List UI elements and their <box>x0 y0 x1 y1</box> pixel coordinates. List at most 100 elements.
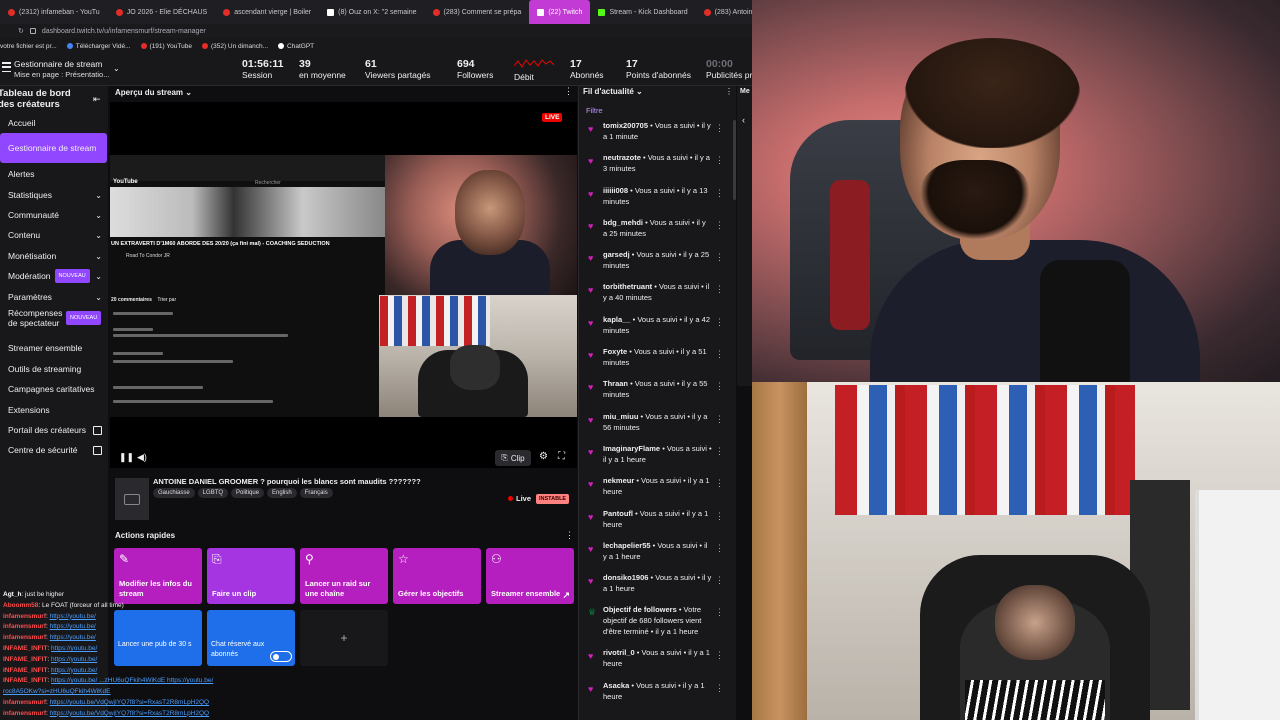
sidebar-item[interactable]: Statistiques ⌄ <box>0 185 108 205</box>
browser-tab[interactable]: JO 2026 - Elie DÉCHAUS <box>108 0 216 24</box>
clip-button[interactable]: ⎘ Clip <box>495 450 531 466</box>
chat-link[interactable]: https://youtu.be/ ...zHU6uQFkih4WiKdE ht… <box>51 677 213 684</box>
feed-username[interactable]: lechapelier55 <box>603 541 651 550</box>
more-options-icon[interactable]: ⋮ <box>715 650 724 661</box>
feed-item[interactable]: ♥ neutrazote • Vous a suivi • il y a 3 mi… <box>580 152 730 184</box>
feed-username[interactable]: miu_miuu <box>603 412 638 421</box>
sidebar-item[interactable]: Récompenses de spectateur NOUVEAU <box>0 308 108 328</box>
more-options-icon[interactable]: ⋮ <box>715 478 724 489</box>
bookmark-item[interactable]: (191) YouTube <box>140 43 192 50</box>
stream-tag[interactable]: Politique <box>231 488 265 498</box>
chat-link[interactable]: roc8A5OKw?si=zHU6uQFkih4WiKdE <box>3 688 110 695</box>
more-options-icon[interactable]: ⋮ <box>565 530 574 541</box>
sidebar-item[interactable]: Contenu ⌄ <box>0 225 108 245</box>
browser-tab[interactable]: (2312) infameban - YouTu <box>0 0 108 24</box>
more-options-icon[interactable]: ⋮ <box>715 414 724 425</box>
feed-item[interactable]: ♥ miu_miuu • Vous a suivi • il y a 56 min… <box>580 411 730 443</box>
more-options-icon[interactable]: ⋮ <box>715 123 724 134</box>
feed-item[interactable]: ♥ nekmeur • Vous a suivi • il y a 1 heure… <box>580 475 730 507</box>
chevron-down-icon[interactable]: ⌄ <box>113 64 120 73</box>
feed-username[interactable]: Pantoufl <box>603 509 633 518</box>
more-options-icon[interactable]: ⋮ <box>715 511 724 522</box>
stream-title[interactable]: ANTOINE DANIEL GROOMER ? pourquoi les bl… <box>153 477 443 486</box>
quick-action-button[interactable]: ⚇ Streamer ensemble ↗ <box>486 548 574 604</box>
layout-selector[interactable]: Mise en page : Présentatio... <box>14 70 109 79</box>
stream-thumbnail[interactable] <box>115 478 149 520</box>
feed-item[interactable]: ♥ tomix200705 • Vous a suivi • il y a 1 m… <box>580 120 730 152</box>
collapse-sidebar-icon[interactable]: ⇤ <box>93 94 101 105</box>
stream-tag[interactable]: English <box>267 488 297 498</box>
reload-icon[interactable]: ↻ <box>18 27 24 35</box>
sidebar-item[interactable]: Outils de streaming <box>0 359 108 379</box>
more-options-icon[interactable]: ⋮ <box>715 446 724 457</box>
more-options-icon[interactable]: ⋮ <box>715 155 724 166</box>
stream-tag[interactable]: Gauchiasse <box>153 488 195 498</box>
pause-icon[interactable]: ❚❚ <box>119 452 134 463</box>
url-text[interactable]: dashboard.twitch.tv/u/infamensmurf/strea… <box>42 28 206 35</box>
sidebar-item[interactable]: Monétisation ⌄ <box>0 246 108 266</box>
feed-item[interactable]: ♥ garsedj • Vous a suivi • il y a 25 minu… <box>580 249 730 281</box>
feed-item[interactable]: ♥ iiiiii008 • Vous a suivi • il y a 13 mi… <box>580 185 730 217</box>
more-options-icon[interactable]: ⋮ <box>564 86 573 97</box>
sidebar-item[interactable]: Accueil <box>0 113 108 133</box>
stream-preview-header[interactable]: Aperçu du stream ⌄ <box>110 86 576 100</box>
feed-scrollbar[interactable] <box>733 120 736 200</box>
chat-link[interactable]: https://youtu.be/ <box>51 656 97 663</box>
feed-username[interactable]: Objectif de followers <box>603 605 677 614</box>
feed-item[interactable]: ♥ lechapelier55 • Vous a suivi • il y a 1… <box>580 540 730 572</box>
more-options-icon[interactable]: ⋮ <box>715 220 724 231</box>
chevron-left-icon[interactable]: ‹ <box>742 115 745 125</box>
feed-username[interactable]: bdg_mehdi <box>603 218 643 227</box>
sidebar-item[interactable]: Extensions <box>0 400 108 420</box>
stream-tag[interactable]: LGBTQ <box>197 488 229 498</box>
sidebar-item[interactable]: Centre de sécurité <box>0 440 108 460</box>
feed-username[interactable]: iiiiii008 <box>603 186 628 195</box>
quick-action-button[interactable]: ☆ Gérer les objectifs <box>393 548 481 604</box>
sidebar-item[interactable]: Streamer ensemble <box>0 338 108 358</box>
feed-item[interactable]: ♥ rivotril_0 • Vous a suivi • il y a 1 he… <box>580 647 730 679</box>
more-options-icon[interactable]: ⋮ <box>715 317 724 328</box>
feed-username[interactable]: Thraan <box>603 379 628 388</box>
sidebar-item[interactable]: Portail des créateurs <box>0 420 108 440</box>
bookmark-item[interactable]: Télécharger Vidé... <box>66 43 131 50</box>
feed-filter-button[interactable]: Filtre <box>586 106 603 115</box>
sidebar-item[interactable]: Modération NOUVEAU ⌄ <box>0 266 108 286</box>
feed-item[interactable]: ♕ Objectif de followers • Votre objectif … <box>580 604 730 647</box>
chat-link[interactable]: https://youtu.be/ <box>51 645 97 652</box>
feed-item[interactable]: ♥ Pantoufl • Vous a suivi • il y a 1 heur… <box>580 508 730 540</box>
chat-link[interactable]: https://youtu.be/ <box>51 667 97 674</box>
feed-item[interactable]: ♥ kapla__ • Vous a suivi • il y a 42 minu… <box>580 314 730 346</box>
sidebar-item[interactable]: Campagnes caritatives <box>0 379 108 399</box>
feed-item[interactable]: ♥ donsiko1906 • Vous a suivi • il y a 1 h… <box>580 572 730 604</box>
feed-username[interactable]: nekmeur <box>603 476 634 485</box>
stream-tag[interactable]: Français <box>299 488 333 498</box>
feed-username[interactable]: Foxyte <box>603 347 627 356</box>
browser-tab[interactable]: (283) Comment se prépa <box>425 0 530 24</box>
feed-username[interactable]: Asacka <box>603 681 629 690</box>
activity-feed-header[interactable]: Fil d'actualité ⌄ <box>583 87 643 96</box>
chat-link[interactable]: https://youtu.be/VdQwjIYQ7f8?si=RxasT2R8… <box>50 710 210 717</box>
fullscreen-icon[interactable]: ⛶ <box>558 451 565 462</box>
more-options-icon[interactable]: ⋮ <box>715 349 724 360</box>
volume-icon[interactable]: ◀) <box>137 452 147 463</box>
feed-username[interactable]: torbithetruant <box>603 282 652 291</box>
feed-username[interactable]: neutrazote <box>603 153 641 162</box>
more-options-icon[interactable]: ⋮ <box>715 683 724 694</box>
more-options-icon[interactable]: ⋮ <box>715 188 724 199</box>
feed-username[interactable]: rivotril_0 <box>603 648 635 657</box>
browser-tab[interactable]: (283) Antoine <box>696 0 752 24</box>
feed-username[interactable]: kapla__ <box>603 315 631 324</box>
browser-tab[interactable]: ascendant vierge | Boiler <box>215 0 319 24</box>
feed-item[interactable]: ♥ Thraan • Vous a suivi • il y a 55 minut… <box>580 378 730 410</box>
feed-username[interactable]: tomix200705 <box>603 121 648 130</box>
feed-item[interactable]: ♥ Asacka • Vous a suivi • il y a 1 heure ⋮ <box>580 680 730 712</box>
more-options-icon[interactable]: ⋮ <box>715 607 724 618</box>
more-options-icon[interactable]: ⋮ <box>725 87 733 96</box>
address-bar[interactable]: ↻ dashboard.twitch.tv/u/infamensmurf/str… <box>0 24 752 38</box>
gear-icon[interactable]: ⚙ <box>539 451 548 462</box>
chat-link[interactable]: https://youtu.be/VdQwjIYQ7f8?si=RxasT2R8… <box>50 699 210 706</box>
sidebar-item[interactable]: Gestionnaire de stream <box>0 133 107 163</box>
more-options-icon[interactable]: ⋮ <box>715 284 724 295</box>
feed-username[interactable]: donsiko1906 <box>603 573 648 582</box>
quick-action-button[interactable]: ⚲ Lancer un raid sur une chaîne <box>300 548 388 604</box>
